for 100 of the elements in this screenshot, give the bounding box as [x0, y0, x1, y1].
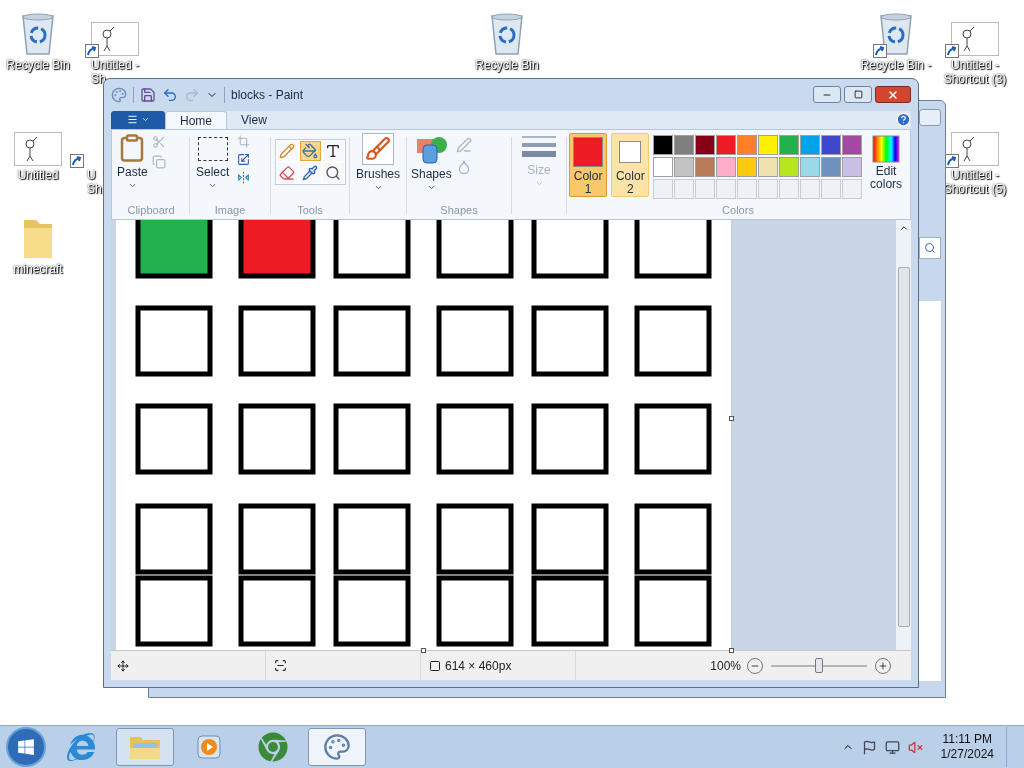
- tool-button[interactable]: [322, 162, 344, 183]
- zoom-slider[interactable]: [771, 657, 867, 674]
- taskbar-button[interactable]: [308, 728, 366, 766]
- palette-color[interactable]: [674, 156, 695, 177]
- eraser-icon: [279, 164, 295, 181]
- resize-handle[interactable]: [729, 416, 734, 422]
- clock-time[interactable]: 11:11 PM: [942, 732, 993, 747]
- palette-color[interactable]: [737, 134, 758, 155]
- selection-size-icon: [274, 659, 287, 673]
- palette-color[interactable]: [800, 156, 821, 177]
- palette-color[interactable]: [695, 134, 716, 155]
- palette-color[interactable]: [653, 134, 674, 155]
- icon-label: Untitled -: [91, 58, 140, 72]
- palette-color[interactable]: [716, 156, 737, 177]
- palette-color[interactable]: [821, 134, 842, 155]
- palette-color[interactable]: [779, 134, 800, 155]
- color-slot-label: Color: [615, 169, 645, 183]
- file-menu-button[interactable]: [111, 110, 165, 129]
- help-icon[interactable]: [896, 111, 911, 127]
- paint-bucket-icon: [302, 142, 318, 159]
- media-player-icon: [196, 734, 222, 760]
- recycle-bin-icon: [21, 12, 55, 56]
- icon-label: minecraft: [13, 262, 63, 276]
- icon-label: Shortcut (3): [943, 72, 1007, 86]
- icon-label: Sh: [87, 182, 102, 196]
- taskbar-button[interactable]: [116, 728, 174, 766]
- flag-icon[interactable]: [861, 739, 877, 755]
- resize-handle[interactable]: [421, 648, 426, 654]
- palette-color[interactable]: [653, 156, 674, 177]
- palette-color[interactable]: [842, 134, 863, 155]
- speaker-muted-icon[interactable]: [907, 739, 923, 755]
- icon-label: Recycle Bin -: [860, 58, 932, 72]
- tool-button[interactable]: [299, 162, 321, 183]
- undo-icon[interactable]: [162, 86, 178, 103]
- paint-app-icon: [111, 86, 127, 103]
- color-slot-button[interactable]: Color 2: [611, 132, 650, 197]
- palette-color[interactable]: [674, 134, 695, 155]
- stick-figure-icon: [91, 22, 139, 56]
- canvas[interactable]: [116, 220, 731, 651]
- palette-color[interactable]: [779, 156, 800, 177]
- resize-handle[interactable]: [729, 648, 734, 654]
- group-label: Clipboard: [126, 202, 176, 218]
- folder-icon: [129, 734, 161, 760]
- scissors-icon[interactable]: [151, 134, 166, 149]
- copy-icon[interactable]: [151, 154, 166, 169]
- clock-date[interactable]: 1/27/2024: [940, 747, 994, 762]
- start-button[interactable]: [6, 727, 46, 767]
- image-size-icon: [429, 659, 441, 672]
- close-button[interactable]: [875, 86, 911, 104]
- brushes-button[interactable]: Brushes: [356, 132, 400, 192]
- brush-icon: [365, 135, 391, 162]
- magnifier-icon: [325, 164, 341, 181]
- vertical-scrollbar[interactable]: [896, 220, 911, 651]
- window-title: blocks - Paint: [231, 86, 304, 104]
- restore-icon: [853, 90, 863, 100]
- network-icon[interactable]: [884, 739, 900, 755]
- color-slot-number: 2: [626, 182, 634, 196]
- save-icon[interactable]: [140, 86, 156, 103]
- outline-icon[interactable]: [455, 136, 472, 153]
- palette-color[interactable]: [758, 156, 779, 177]
- recycle-bin-icon: [879, 12, 913, 56]
- group-label: Colors: [721, 202, 755, 218]
- icon-label: Untitled -: [951, 168, 999, 182]
- icon-label: Untitled: [17, 168, 59, 182]
- restore-button[interactable]: [844, 86, 872, 104]
- color-slot-button[interactable]: Color 1: [569, 132, 608, 197]
- color-spectrum-icon: [872, 134, 901, 163]
- menu-icon: [126, 114, 138, 126]
- ribbon-tab[interactable]: View: [227, 110, 281, 129]
- palette-color[interactable]: [800, 134, 821, 155]
- palette-color[interactable]: [716, 134, 737, 155]
- ribbon-tab[interactable]: Home: [165, 110, 227, 129]
- stick-figure-icon: [951, 132, 999, 166]
- recycle-bin-icon: [490, 12, 524, 56]
- color-picker-icon: [302, 164, 318, 181]
- text-icon: [325, 142, 341, 159]
- select-button[interactable]: Select: [196, 132, 230, 190]
- search-field[interactable]: [919, 237, 941, 259]
- selection-icon: [197, 136, 228, 161]
- resize-icon[interactable]: [237, 152, 251, 166]
- image-size-text: 614 × 460px: [445, 657, 512, 675]
- windows-logo-icon: [17, 738, 35, 756]
- paste-button[interactable]: Paste: [117, 132, 148, 190]
- icon-label: U: [87, 168, 96, 182]
- plus-icon: [878, 660, 888, 671]
- close-icon: [887, 88, 899, 101]
- palette-color[interactable]: [842, 156, 863, 177]
- color-slot-number: 1: [584, 182, 592, 196]
- pencil-icon: [279, 142, 295, 159]
- search-icon: [924, 242, 936, 254]
- palette-color[interactable]: [758, 134, 779, 155]
- tool-button[interactable]: [322, 140, 344, 161]
- palette-color[interactable]: [821, 156, 842, 177]
- shapes-button[interactable]: Shapes: [411, 132, 452, 192]
- palette-color[interactable]: [737, 156, 758, 177]
- palette-color[interactable]: [695, 156, 716, 177]
- group-label: Tools: [297, 202, 323, 218]
- rotate-icon[interactable]: [237, 170, 251, 184]
- edit-colors-button[interactable]: Edit colors: [865, 132, 907, 191]
- minimize-button[interactable]: [813, 86, 841, 104]
